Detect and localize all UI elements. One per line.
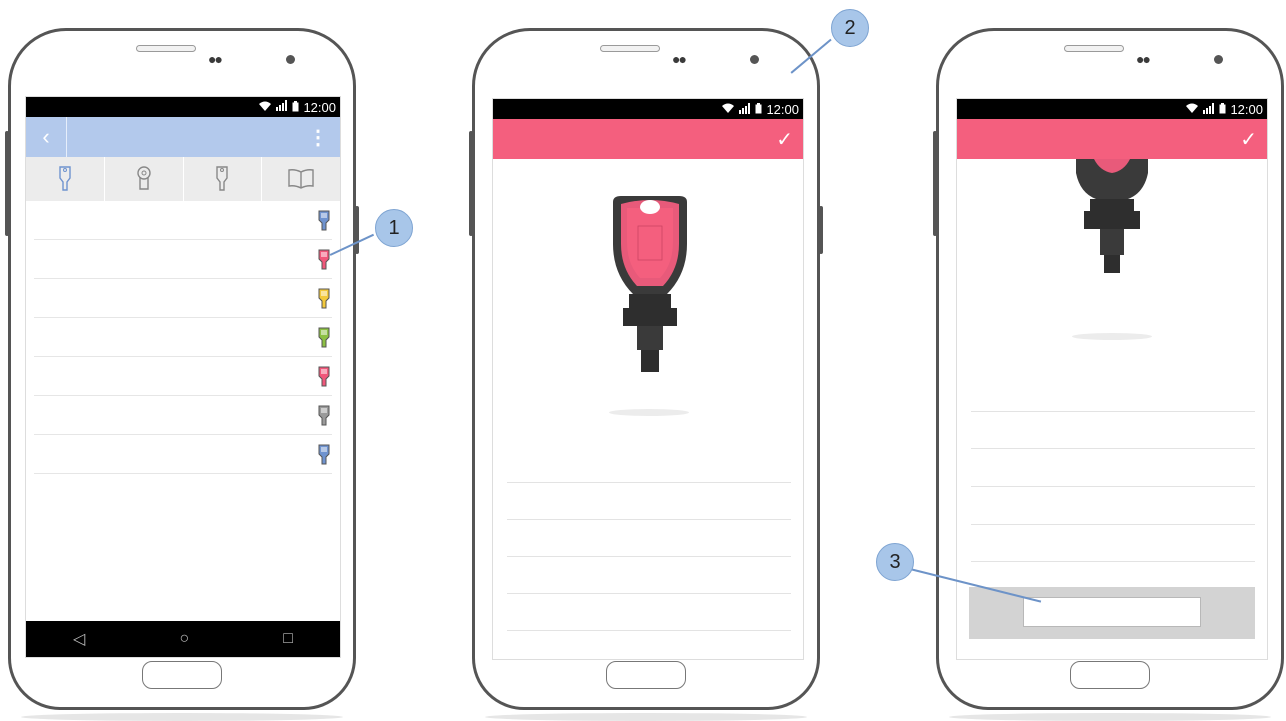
chevron-left-icon: ‹	[42, 124, 50, 149]
divider-line	[507, 519, 791, 520]
key-list	[26, 201, 340, 474]
status-time: 12:00	[766, 101, 799, 117]
tab-keys[interactable]	[26, 157, 105, 201]
overflow-menu-button[interactable]: ⋮	[308, 117, 328, 157]
callout-1: 1	[375, 209, 413, 247]
wifi-icon	[258, 100, 272, 115]
phone-1: ●● 12:00 ‹ ⋮ ◁ ○ □	[5, 28, 359, 721]
speaker-grille	[600, 45, 660, 52]
key-icon	[318, 327, 330, 354]
list-item[interactable]	[34, 435, 332, 474]
callout-3: 3	[876, 543, 914, 581]
front-camera	[286, 55, 295, 64]
more-vert-icon: ⋮	[308, 126, 328, 149]
key-icon	[318, 366, 330, 393]
sensor-dots: ●●	[208, 51, 223, 67]
key-icon	[318, 288, 330, 315]
status-bar: 12:00	[493, 99, 803, 119]
phone-2: ●● 12:00 ✓	[469, 28, 823, 721]
divider-line	[971, 524, 1255, 525]
confirm-button[interactable]: ✓	[1240, 119, 1257, 159]
tab-manual[interactable]	[262, 157, 340, 201]
key-illustration	[613, 196, 687, 372]
sensor-dots: ●●	[672, 51, 687, 67]
home-button	[142, 661, 222, 689]
key-icon	[318, 405, 330, 432]
front-camera	[1214, 55, 1223, 64]
status-bar: 12:00	[26, 97, 340, 117]
battery-icon	[1219, 102, 1226, 117]
home-button	[1070, 661, 1150, 689]
divider-line	[971, 486, 1255, 487]
nav-back-icon[interactable]: ◁	[73, 629, 85, 649]
check-icon: ✓	[1240, 128, 1257, 151]
system-nav-bar: ◁ ○ □	[26, 621, 340, 657]
sensor-dots: ●●	[1136, 51, 1151, 67]
app-bar: ‹ ⋮	[26, 117, 340, 157]
speaker-grille	[1064, 45, 1124, 52]
check-icon: ✓	[776, 128, 793, 151]
status-bar: 12:00	[957, 99, 1267, 119]
volume-button	[5, 131, 9, 236]
list-item[interactable]	[34, 396, 332, 435]
key-shadow	[609, 409, 689, 416]
key-icon	[318, 249, 330, 276]
screen: 12:00 ‹ ⋮ ◁ ○ □	[25, 96, 341, 658]
wifi-icon	[721, 102, 735, 117]
volume-button	[933, 131, 937, 236]
key-icon	[318, 210, 330, 237]
signal-icon	[1203, 102, 1215, 117]
list-item[interactable]	[34, 240, 332, 279]
battery-icon	[292, 100, 299, 115]
key-illustration-partial	[1076, 159, 1148, 273]
power-button	[355, 206, 359, 254]
divider-line	[507, 630, 791, 631]
tab-keyfobs[interactable]	[184, 157, 263, 201]
power-button	[819, 206, 823, 254]
list-item[interactable]	[34, 201, 332, 240]
app-bar: ✓	[957, 119, 1267, 159]
nav-home-icon[interactable]: ○	[179, 630, 189, 648]
tab-bar	[26, 157, 340, 201]
battery-icon	[755, 102, 762, 117]
home-button	[606, 661, 686, 689]
divider-line	[971, 448, 1255, 449]
confirm-button[interactable]: ✓	[776, 119, 793, 159]
status-time: 12:00	[1230, 101, 1263, 117]
key-icon	[59, 166, 71, 191]
status-time: 12:00	[303, 99, 336, 115]
divider-line	[971, 411, 1255, 412]
book-icon	[288, 169, 314, 189]
back-button[interactable]: ‹	[26, 117, 67, 157]
callout-2: 2	[831, 9, 869, 47]
divider-line	[507, 593, 791, 594]
divider-line	[507, 482, 791, 483]
divider-line	[971, 561, 1255, 562]
wifi-icon	[1185, 102, 1199, 117]
app-bar: ✓	[493, 119, 803, 159]
keyfob-icon	[216, 166, 229, 191]
screen: 12:00 ✓	[956, 98, 1268, 660]
front-camera	[750, 55, 759, 64]
key-shadow	[1072, 333, 1152, 340]
signal-icon	[276, 100, 288, 114]
text-input[interactable]	[1023, 597, 1201, 627]
phone-3: ●● 12:00 ✓	[933, 28, 1284, 721]
key-icon	[318, 444, 330, 471]
signal-icon	[739, 102, 751, 117]
list-item[interactable]	[34, 357, 332, 396]
screen: 12:00 ✓	[492, 98, 804, 660]
speaker-grille	[136, 45, 196, 52]
list-item[interactable]	[34, 279, 332, 318]
cylinder-icon	[136, 166, 151, 190]
divider-line	[507, 556, 791, 557]
tab-cylinders[interactable]	[105, 157, 184, 201]
nav-recents-icon[interactable]: □	[283, 630, 293, 648]
volume-button	[469, 131, 473, 236]
list-item[interactable]	[34, 318, 332, 357]
